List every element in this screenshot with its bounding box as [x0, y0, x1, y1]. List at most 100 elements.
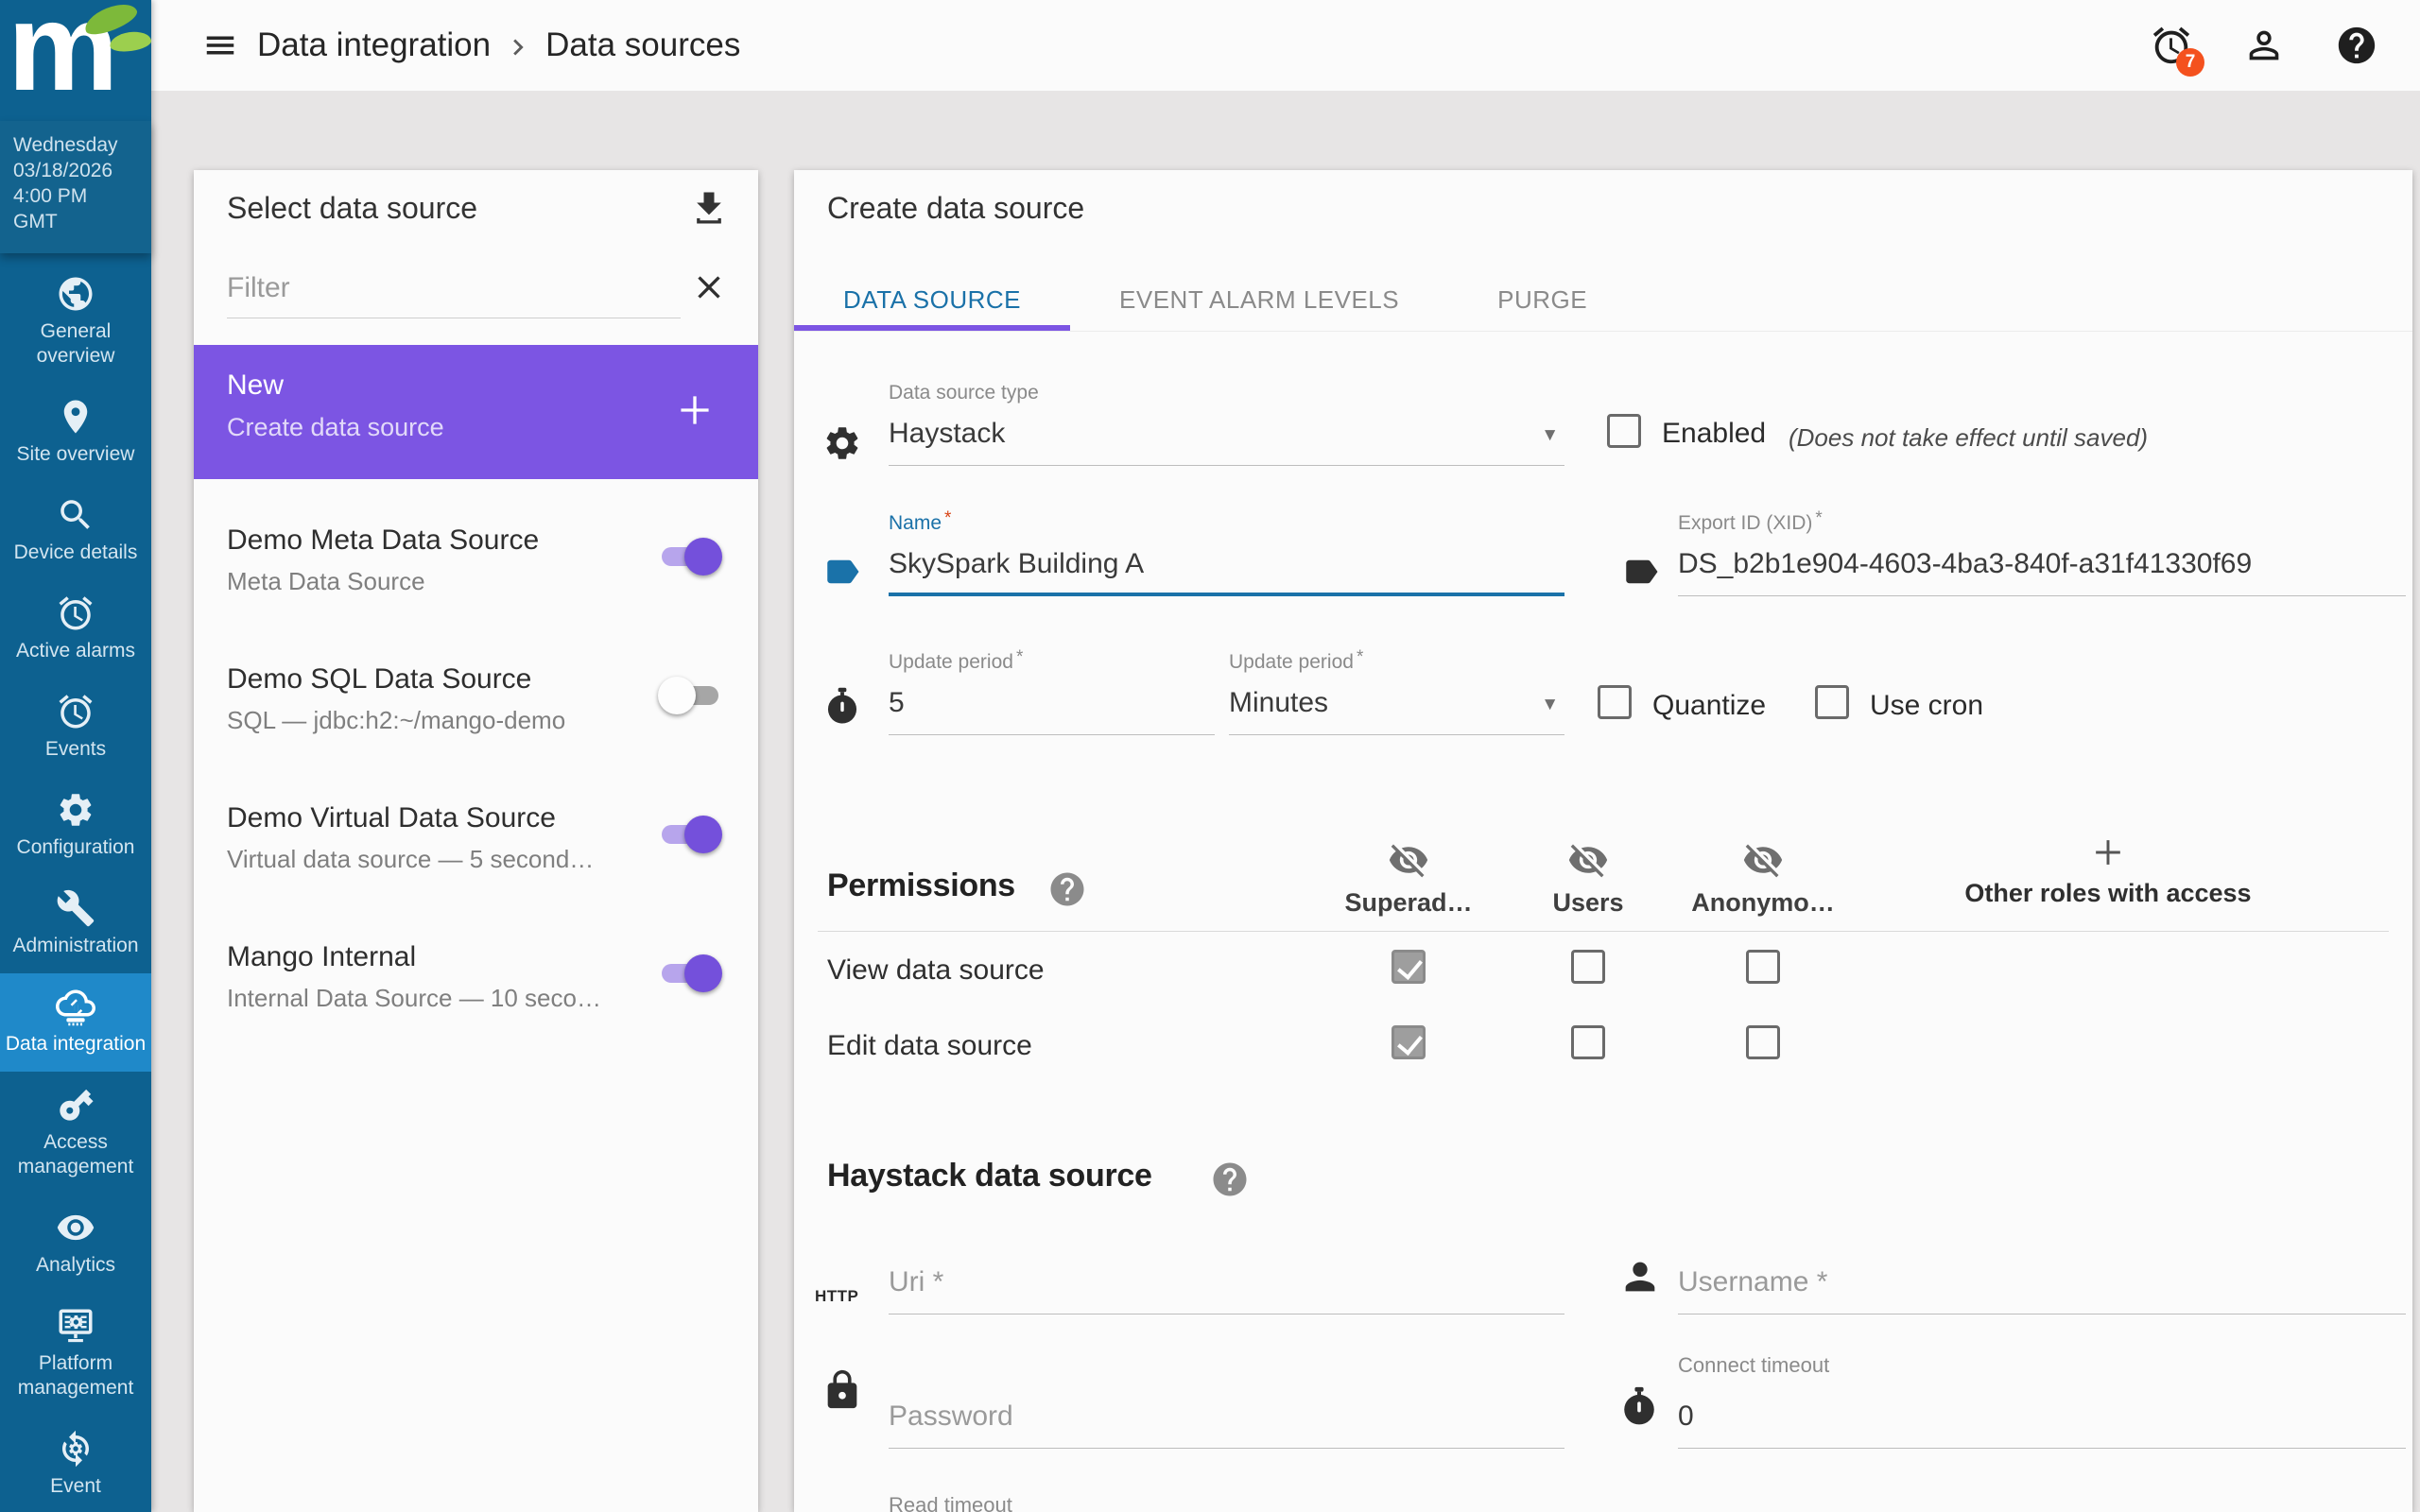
connect-timeout-field	[1678, 1387, 2406, 1449]
user-button[interactable]	[2242, 24, 2286, 67]
quantize-label: Quantize	[1652, 690, 1766, 722]
permissions-title: Permissions	[827, 868, 1015, 904]
name-input[interactable]	[889, 548, 1564, 596]
time-value: 4:00 PM	[13, 183, 138, 209]
alarm-icon	[56, 593, 95, 633]
connect-timeout-input[interactable]	[1678, 1400, 2406, 1449]
tab-purge[interactable]: PURGE	[1448, 269, 1636, 331]
xid-field: Export ID (XID)*	[1678, 508, 2406, 596]
enable-toggle[interactable]	[660, 538, 720, 576]
quantize-checkbox[interactable]	[1598, 685, 1632, 719]
alarm-count-badge: 7	[2176, 48, 2204, 77]
list-item-subtitle: SQL — jdbc:h2:~/mango-demo	[227, 706, 565, 735]
uri-field	[889, 1253, 1564, 1314]
chevron-right-icon	[502, 31, 534, 63]
breadcrumb-data-integration[interactable]: Data integration	[257, 26, 491, 64]
tag-icon	[1621, 552, 1661, 592]
http-label: HTTP	[815, 1287, 858, 1306]
key-icon	[56, 1085, 95, 1125]
sidebar-item-platform-management[interactable]: Platform management	[0, 1293, 151, 1416]
enable-toggle[interactable]	[660, 677, 720, 714]
tag-icon	[822, 552, 862, 592]
permission-column-anonymous: Anonymo…	[1673, 839, 1853, 918]
enable-toggle[interactable]	[660, 954, 720, 992]
use-cron-checkbox[interactable]	[1815, 685, 1849, 719]
username-field	[1678, 1253, 2406, 1314]
list-item-demo-meta[interactable]: Demo Meta Data Source Meta Data Source	[194, 479, 758, 618]
sidebar-item-site-overview[interactable]: Site overview	[0, 384, 151, 482]
tab-bar: DATA SOURCE EVENT ALARM LEVELS PURGE	[794, 269, 2412, 332]
timer-icon	[822, 686, 862, 726]
sidebar-item-events[interactable]: Events	[0, 679, 151, 777]
help-button[interactable]	[2335, 24, 2378, 67]
required-mark: *	[944, 508, 951, 528]
tab-event-alarm-levels[interactable]: EVENT ALARM LEVELS	[1070, 269, 1448, 331]
add-other-roles-button[interactable]: Other roles with access	[1957, 832, 2259, 908]
panel-title: Select data source	[227, 191, 477, 226]
sidebar-item-event[interactable]: Event	[0, 1416, 151, 1512]
sidebar-item-access-management[interactable]: Access management	[0, 1072, 151, 1194]
update-period-input[interactable]	[889, 687, 1215, 735]
alarms-button[interactable]: 7	[2150, 24, 2193, 67]
create-data-source-panel: Create data source DATA SOURCE EVENT ALA…	[794, 170, 2412, 1512]
list-item-subtitle: Internal Data Source — 10 seco…	[227, 984, 601, 1013]
sidebar-item-general-overview[interactable]: General overview	[0, 261, 151, 384]
help-icon	[2335, 24, 2378, 67]
timezone-value: GMT	[13, 209, 138, 234]
cloud-sync-icon	[56, 987, 95, 1026]
list-item-mango-internal[interactable]: Mango Internal Internal Data Source — 10…	[194, 896, 758, 1035]
sidebar-item-configuration[interactable]: Configuration	[0, 777, 151, 875]
sidebar-item-active-alarms[interactable]: Active alarms	[0, 580, 151, 679]
required-mark: *	[1357, 647, 1363, 667]
close-icon[interactable]	[690, 268, 728, 306]
list-item-new-data-source[interactable]: New Create data source	[194, 345, 758, 479]
list-item-subtitle: Meta Data Source	[227, 567, 425, 596]
field-label: Data source type	[889, 382, 1564, 404]
lock-icon	[821, 1368, 864, 1412]
sidebar-item-administration[interactable]: Administration	[0, 875, 151, 973]
enable-toggle[interactable]	[660, 816, 720, 853]
pin-icon	[56, 397, 95, 437]
edit-superadmin-checkbox	[1392, 1025, 1426, 1059]
uri-input[interactable]	[889, 1266, 1564, 1314]
breadcrumb-data-sources[interactable]: Data sources	[545, 26, 740, 64]
new-item-title: New	[227, 369, 284, 402]
eye-icon	[56, 1208, 95, 1247]
filter-input[interactable]	[227, 265, 681, 318]
password-input[interactable]	[889, 1400, 1564, 1449]
haystack-section-title: Haystack data source	[827, 1158, 1152, 1194]
mango-logo: m	[0, 0, 151, 121]
tab-data-source[interactable]: DATA SOURCE	[794, 269, 1070, 331]
password-field	[889, 1387, 1564, 1449]
list-item-demo-virtual[interactable]: Demo Virtual Data Source Virtual data so…	[194, 757, 758, 896]
alarm-icon	[56, 692, 95, 731]
field-label: Update period*	[1229, 647, 1564, 674]
data-source-type-select[interactable]: Data source type Haystack ▼	[889, 382, 1564, 466]
list-item-demo-sql[interactable]: Demo SQL Data Source SQL — jdbc:h2:~/man…	[194, 618, 758, 757]
edit-users-checkbox[interactable]	[1571, 1025, 1605, 1059]
sidebar-nav: General overview Site overview Device de…	[0, 261, 151, 1512]
enabled-label: Enabled	[1662, 418, 1766, 450]
edit-anonymous-checkbox[interactable]	[1746, 1025, 1780, 1059]
help-icon[interactable]	[1047, 869, 1087, 909]
name-field: Name*	[889, 508, 1564, 596]
sidebar-item-label: Active alarms	[5, 639, 147, 663]
xid-input[interactable]	[1678, 548, 2406, 596]
search-icon	[56, 495, 95, 535]
view-users-checkbox[interactable]	[1571, 950, 1605, 984]
sidebar-item-data-integration[interactable]: Data integration	[0, 973, 151, 1072]
required-mark: *	[1016, 647, 1023, 667]
username-input[interactable]	[1678, 1266, 2406, 1314]
date-value: 03/18/2026	[13, 158, 138, 183]
sidebar-item-analytics[interactable]: Analytics	[0, 1194, 151, 1293]
menu-icon[interactable]	[202, 27, 238, 63]
use-cron-label: Use cron	[1870, 690, 1983, 722]
gear-icon	[56, 790, 95, 830]
enabled-checkbox[interactable]	[1607, 414, 1641, 448]
update-period-unit-select[interactable]: Update period* Minutes ▼	[1229, 647, 1564, 735]
sidebar-item-label: Platform management	[5, 1351, 147, 1400]
help-icon[interactable]	[1210, 1160, 1250, 1199]
sidebar-item-device-details[interactable]: Device details	[0, 482, 151, 580]
download-icon[interactable]	[688, 187, 730, 229]
view-anonymous-checkbox[interactable]	[1746, 950, 1780, 984]
